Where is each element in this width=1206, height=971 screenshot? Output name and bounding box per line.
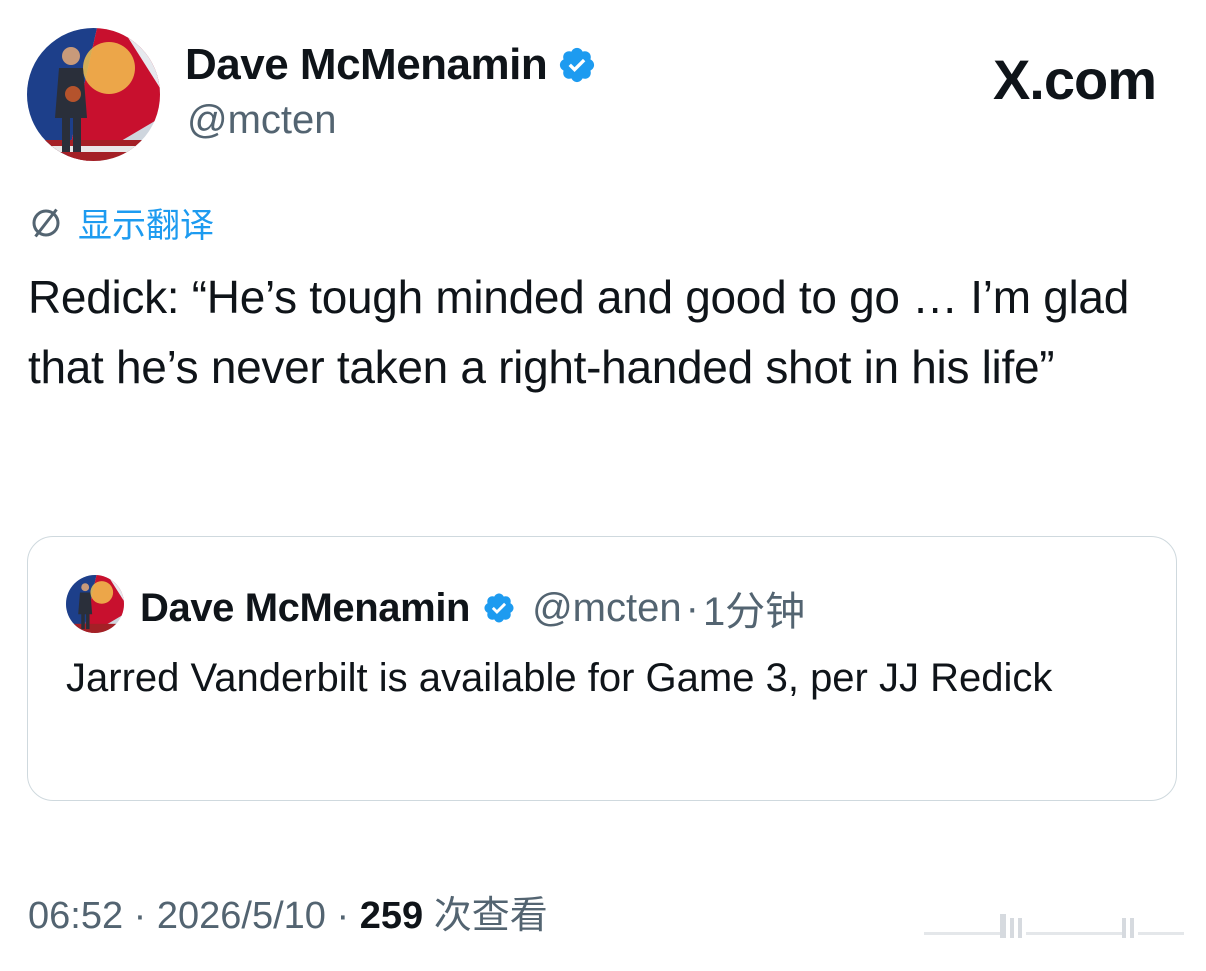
quoted-tweet-text: Jarred Vanderbilt is available for Game … <box>66 656 1053 700</box>
verified-badge-icon <box>557 45 597 85</box>
tweet-meta-row: 06:52 · 2026/5/10 · 259 次查看 <box>28 884 548 939</box>
meta-separator: · <box>336 895 350 937</box>
views-label: 次查看 <box>433 895 548 937</box>
meta-separator: · <box>685 585 699 630</box>
verified-badge-icon <box>482 591 516 625</box>
avatar-image <box>66 575 124 633</box>
author-avatar[interactable] <box>27 28 160 161</box>
quoted-author-name[interactable]: Dave McMenamin <box>140 586 470 631</box>
quoted-author-avatar[interactable] <box>66 575 124 633</box>
show-translation-link[interactable]: 显示翻译 <box>28 198 214 247</box>
author-name-row[interactable]: Dave McMenamin <box>185 40 597 90</box>
views-count: 259 <box>359 895 424 937</box>
watermark-logo <box>924 908 1184 942</box>
show-translation-label: 显示翻译 <box>78 207 214 245</box>
author-handle[interactable]: @mcten <box>187 98 337 143</box>
meta-separator: · <box>133 895 147 937</box>
quoted-tweet-card[interactable]: Dave McMenamin @mcten · 1分钟 Jarred Vande… <box>27 536 1177 801</box>
quoted-tweet-header: Dave McMenamin @mcten · 1分钟 <box>140 579 805 637</box>
tweet-time[interactable]: 06:52 <box>28 895 123 937</box>
avatar-image <box>27 28 160 161</box>
quoted-tweet-time: 1分钟 <box>702 590 806 634</box>
author-name: Dave McMenamin <box>185 40 548 89</box>
tweet-date[interactable]: 2026/5/10 <box>157 895 326 937</box>
brand-label: X.com <box>992 48 1157 111</box>
globe-slash-icon <box>28 205 64 241</box>
tweet-text: Redick: “He’s tough minded and good to g… <box>28 271 1129 393</box>
quoted-author-handle[interactable]: @mcten <box>532 586 682 631</box>
